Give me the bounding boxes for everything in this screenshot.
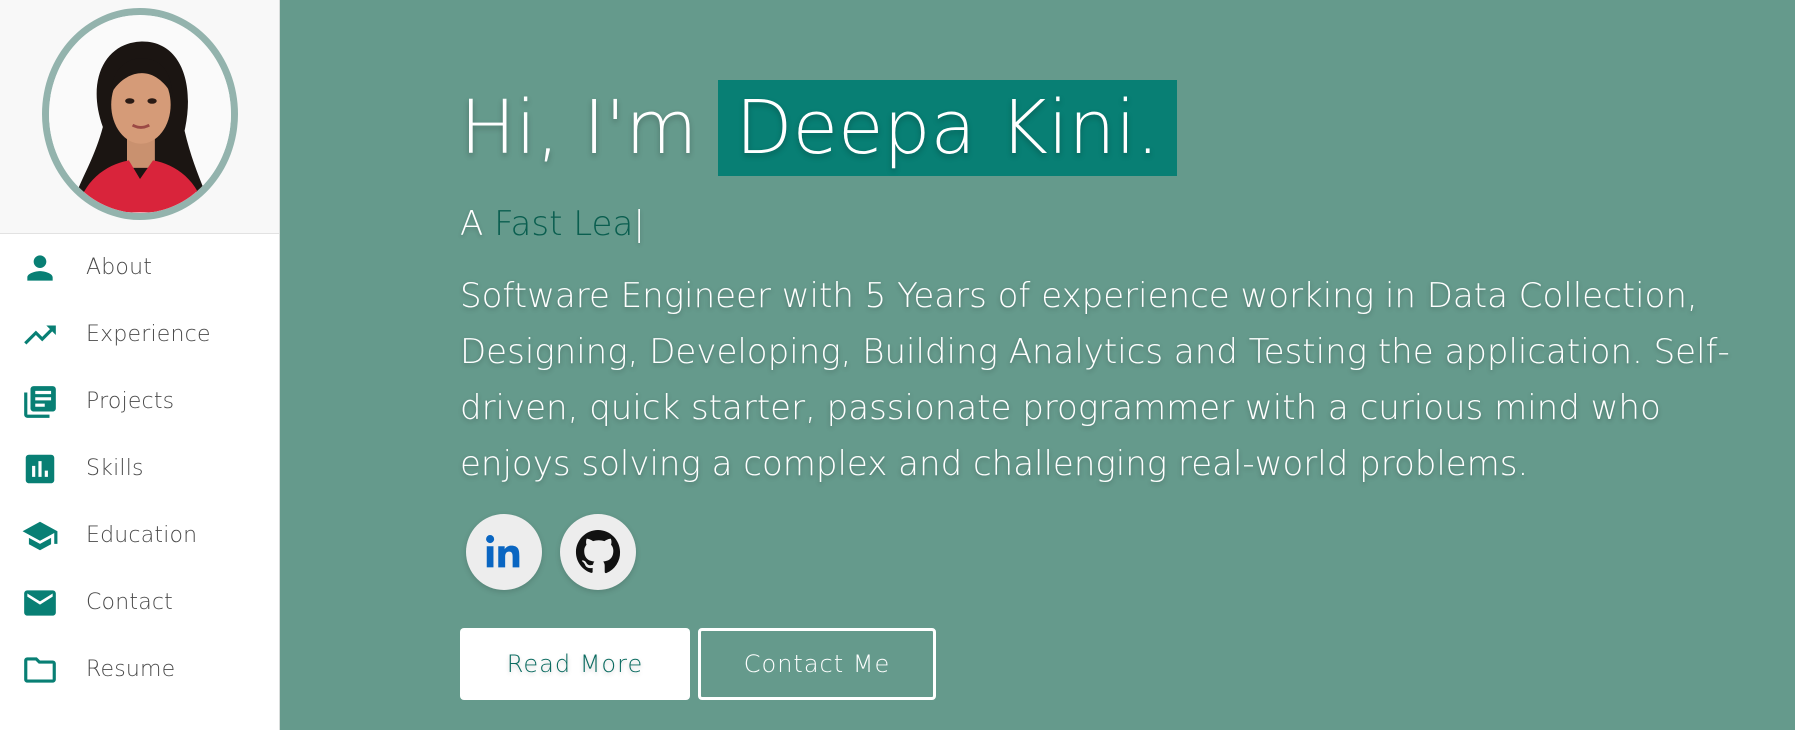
sidebar-item-label: About xyxy=(86,255,153,280)
sidebar-item-experience[interactable]: Experience xyxy=(0,301,279,368)
hero-actions: Read More Contact Me xyxy=(460,628,1760,700)
sidebar-item-label: Contact xyxy=(86,590,173,615)
library-books-icon xyxy=(20,382,60,422)
github-link[interactable] xyxy=(560,514,636,590)
sidebar-item-label: Projects xyxy=(86,389,175,414)
name-highlight: Deepa Kini. xyxy=(717,80,1178,176)
greeting-heading: Hi, I'm Deepa Kini. xyxy=(460,78,1760,178)
typed-word: Fast Lea xyxy=(494,204,634,244)
github-icon xyxy=(575,529,621,574)
avatar xyxy=(41,8,238,220)
sidebar-item-about[interactable]: About xyxy=(0,234,279,301)
sidebar-nav: About Experience Projects Skills Educati… xyxy=(0,234,279,703)
sidebar-item-skills[interactable]: Skills xyxy=(0,435,279,502)
typed-tagline: A Fast Lea| xyxy=(460,204,1760,244)
page: About Experience Projects Skills Educati… xyxy=(0,0,1795,730)
sidebar-item-projects[interactable]: Projects xyxy=(0,368,279,435)
contact-me-button[interactable]: Contact Me xyxy=(698,628,936,700)
sidebar-item-label: Experience xyxy=(86,322,211,347)
sidebar-item-resume[interactable]: Resume xyxy=(0,636,279,703)
typed-prefix: A xyxy=(460,204,484,244)
sidebar-item-label: Skills xyxy=(86,456,144,481)
bio-text: Software Engineer with 5 Years of experi… xyxy=(460,276,1730,484)
sidebar-item-contact[interactable]: Contact xyxy=(0,569,279,636)
main-content: Hi, I'm Deepa Kini. A Fast Lea| Software… xyxy=(280,0,1795,730)
linkedin-link[interactable] xyxy=(466,514,542,590)
sidebar-item-label: Resume xyxy=(86,657,176,682)
profile-photo xyxy=(48,15,231,213)
typing-caret: | xyxy=(633,204,645,244)
read-more-button[interactable]: Read More xyxy=(460,628,690,700)
sidebar-item-education[interactable]: Education xyxy=(0,502,279,569)
bar-chart-icon xyxy=(20,449,60,489)
linkedin-icon xyxy=(486,535,520,568)
hero-section: Hi, I'm Deepa Kini. A Fast Lea| Software… xyxy=(460,78,1760,700)
sidebar-item-label: Education xyxy=(86,523,198,548)
sidebar: About Experience Projects Skills Educati… xyxy=(0,0,280,730)
greeting-prefix: Hi, I'm xyxy=(460,85,698,171)
folder-icon xyxy=(20,650,60,690)
avatar-container xyxy=(0,0,279,234)
mail-icon xyxy=(20,583,60,623)
trending-up-icon xyxy=(20,315,60,355)
social-links xyxy=(466,514,1760,590)
graduation-cap-icon xyxy=(20,516,60,556)
person-icon xyxy=(20,248,60,288)
